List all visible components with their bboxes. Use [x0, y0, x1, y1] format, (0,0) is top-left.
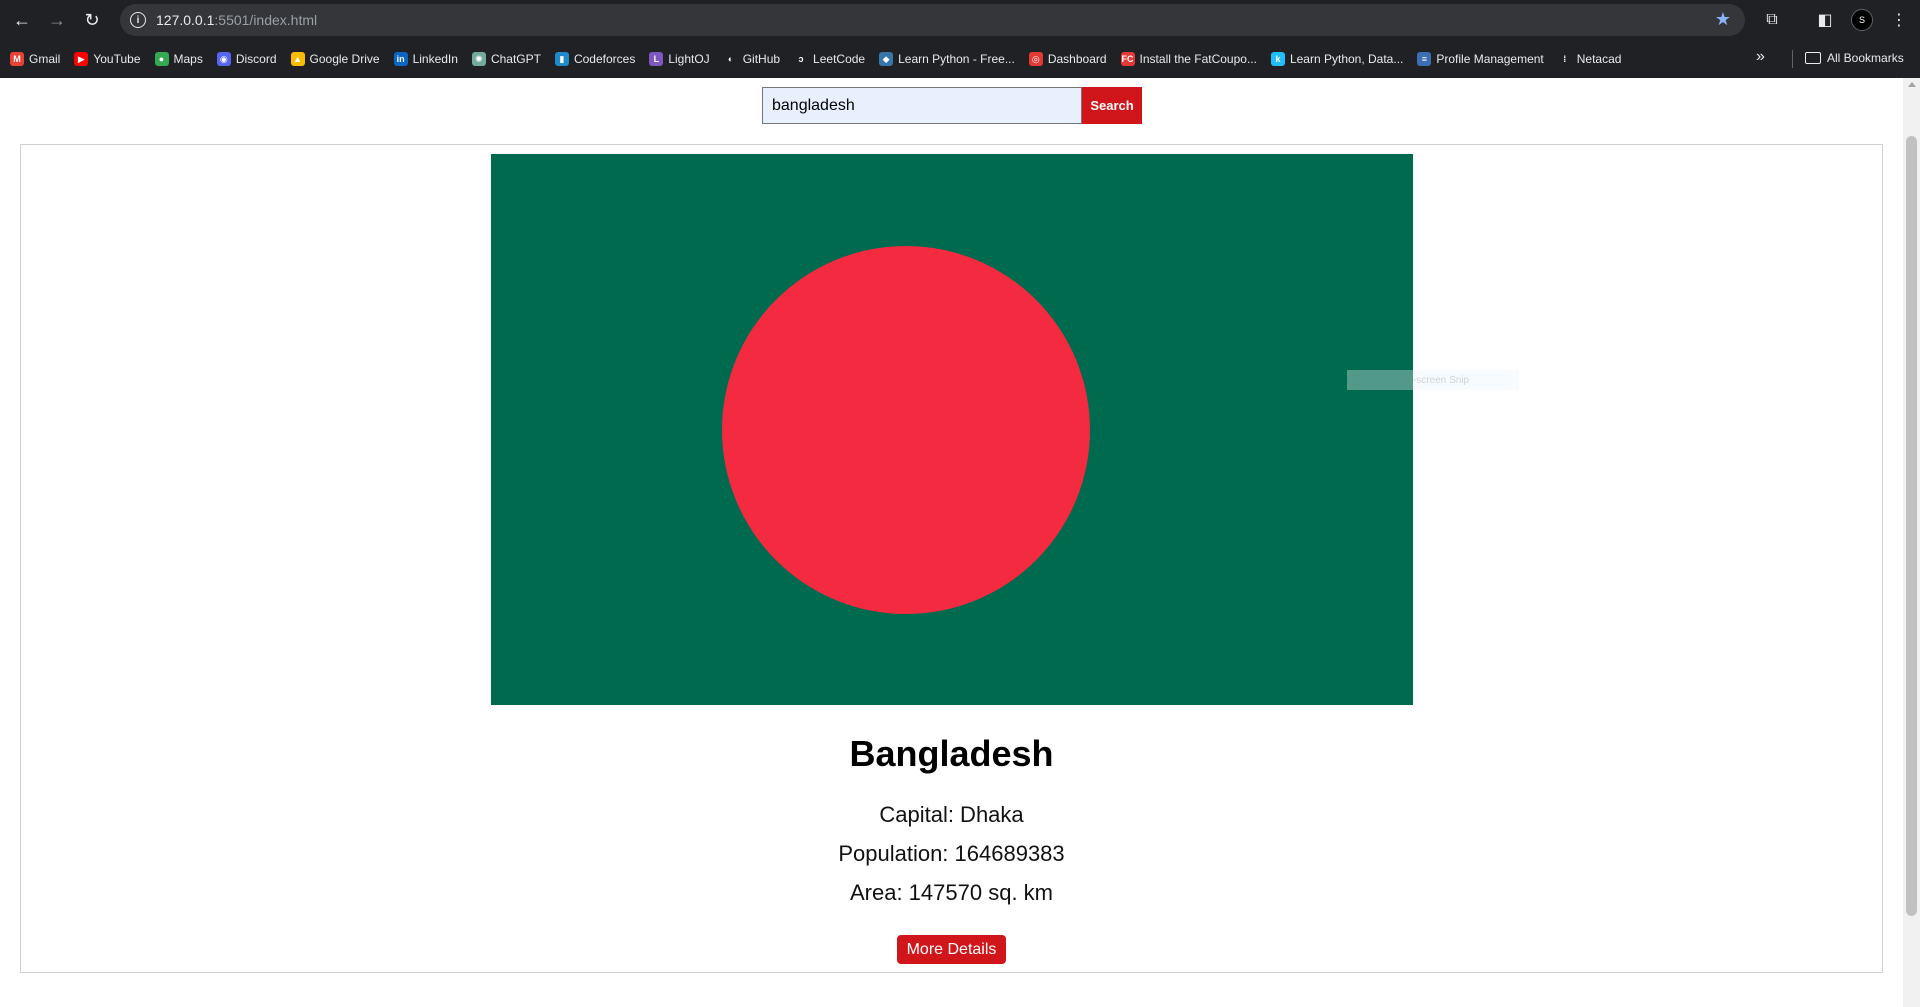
- bookmark-star-icon[interactable]: ★: [1715, 9, 1731, 30]
- bookmark-label: Install the FatCoupo...: [1139, 52, 1257, 66]
- bookmark-label: Discord: [235, 52, 277, 66]
- country-name: Bangladesh: [849, 733, 1054, 774]
- bookmark-label: LinkedIn: [412, 52, 458, 66]
- netacad-icon: ⁞: [1557, 52, 1572, 66]
- country-flag-image: [491, 154, 1413, 705]
- population-text: Population: 164689383: [838, 841, 1065, 866]
- github-icon: ◐: [723, 52, 738, 66]
- bookmark-item[interactable]: k Learn Python, Data...: [1270, 52, 1404, 66]
- bookmark-item[interactable]: ▮ Codeforces: [554, 52, 636, 66]
- flag-red-disc: [722, 246, 1090, 614]
- bookmark-item[interactable]: ↄ LeetCode: [794, 52, 865, 66]
- chatgpt-icon: ✺: [471, 52, 486, 66]
- kaggle-icon: k: [1270, 52, 1285, 66]
- url-text[interactable]: 127.0.0.1:5501/index.html: [156, 12, 317, 28]
- python-icon: ◆: [879, 52, 894, 66]
- back-icon[interactable]: ←: [8, 6, 36, 34]
- profile-management-icon: ≡: [1417, 52, 1432, 66]
- bookmark-label: Codeforces: [573, 52, 636, 66]
- bookmark-label: GitHub: [742, 52, 781, 66]
- bookmark-label: ChatGPT: [490, 52, 541, 66]
- bookmark-item[interactable]: ✺ ChatGPT: [471, 52, 541, 66]
- search-input[interactable]: [762, 87, 1082, 124]
- page-scrollbar[interactable]: [1903, 78, 1920, 1007]
- scroll-up-arrow-icon[interactable]: [1908, 82, 1916, 87]
- side-panel-icon[interactable]: ◧: [1813, 8, 1837, 32]
- bookmark-label: Netacad: [1576, 52, 1622, 66]
- maps-icon: ●: [154, 52, 169, 66]
- url-path: :5501/index.html: [214, 12, 318, 28]
- browser-toolbar: ← → ↻ i 127.0.0.1:5501/index.html ★ ⧉ ◧ …: [0, 0, 1920, 40]
- bookmark-label: Dashboard: [1047, 52, 1107, 66]
- menu-icon[interactable]: ⋮: [1887, 8, 1911, 32]
- bookmark-label: Profile Management: [1436, 52, 1544, 66]
- profile-avatar[interactable]: S: [1851, 9, 1873, 31]
- capital-text: Capital: Dhaka: [879, 802, 1024, 827]
- folder-icon: [1805, 52, 1821, 64]
- bookmark-item[interactable]: FC Install the FatCoupo...: [1120, 52, 1257, 66]
- bookmark-label: Gmail: [29, 52, 61, 66]
- leetcode-icon: ↄ: [794, 52, 809, 66]
- lightoj-icon: L: [649, 52, 664, 66]
- bookmark-item[interactable]: M Gmail: [10, 52, 60, 66]
- linkedin-icon: in: [393, 52, 408, 66]
- bookmark-label: LightOJ: [668, 52, 710, 66]
- bookmark-item[interactable]: ⁞ Netacad: [1557, 52, 1622, 66]
- bookmarks-overflow-icon[interactable]: »: [1756, 48, 1765, 66]
- search-button[interactable]: Search: [1082, 87, 1142, 124]
- bookmark-item[interactable]: L LightOJ: [649, 52, 710, 66]
- page-content: Search Bangladesh Capital: Dhaka Populat…: [0, 78, 1920, 1007]
- area-text: Area: 147570 sq. km: [849, 880, 1053, 905]
- extensions-icon[interactable]: ⧉: [1760, 8, 1784, 32]
- bookmark-item[interactable]: ◐ GitHub: [723, 52, 781, 66]
- bookmark-item[interactable]: in LinkedIn: [393, 52, 458, 66]
- site-info-icon[interactable]: i: [130, 12, 146, 28]
- bookmark-item[interactable]: ≡ Profile Management: [1417, 52, 1544, 66]
- bookmark-item[interactable]: ● Maps: [154, 52, 203, 66]
- all-bookmarks-label: All Bookmarks: [1827, 51, 1904, 65]
- bookmark-label: YouTube: [93, 52, 141, 66]
- bookmark-label: Google Drive: [309, 52, 380, 66]
- all-bookmarks-button[interactable]: All Bookmarks: [1805, 51, 1904, 65]
- codeforces-icon: ▮: [554, 52, 569, 66]
- google-drive-icon: ▲: [290, 52, 305, 66]
- address-bar[interactable]: i 127.0.0.1:5501/index.html ★: [120, 4, 1745, 36]
- snip-tooltip: Full-screen Snip: [1347, 370, 1519, 390]
- bookmark-item[interactable]: ◉ Discord: [216, 52, 277, 66]
- bookmark-item[interactable]: ▶ YouTube: [74, 52, 141, 66]
- bookmark-label: Maps: [173, 52, 203, 66]
- bookmarks-bar: M Gmail ▶ YouTube ● Maps ◉ Discord ▲ Google Drive…: [0, 40, 1920, 78]
- url-host: 127.0.0.1: [156, 12, 215, 28]
- gmail-icon: M: [10, 52, 24, 66]
- bookmark-item[interactable]: ▲ Google Drive: [290, 52, 380, 66]
- bookmark-label: LeetCode: [813, 52, 866, 66]
- scroll-thumb[interactable]: [1906, 136, 1917, 916]
- bookmark-label: Learn Python - Free...: [898, 52, 1015, 66]
- more-details-button[interactable]: More Details: [897, 935, 1006, 964]
- forward-icon[interactable]: →: [43, 6, 71, 34]
- bookmark-label: Learn Python, Data...: [1289, 52, 1404, 66]
- reload-icon[interactable]: ↻: [78, 6, 106, 34]
- bookmarks-divider: [1792, 50, 1793, 68]
- fatcoupon-icon: FC: [1120, 52, 1135, 66]
- youtube-icon: ▶: [74, 52, 89, 66]
- discord-icon: ◉: [216, 52, 231, 66]
- bookmark-item[interactable]: ◆ Learn Python - Free...: [879, 52, 1015, 66]
- country-card: Bangladesh Capital: Dhaka Population: 16…: [20, 144, 1883, 973]
- bookmark-item[interactable]: ◎ Dashboard: [1028, 52, 1107, 66]
- browser-chrome: ← → ↻ i 127.0.0.1:5501/index.html ★ ⧉ ◧ …: [0, 0, 1920, 78]
- search-bar: Search: [762, 87, 1142, 124]
- dashboard-icon: ◎: [1028, 52, 1043, 66]
